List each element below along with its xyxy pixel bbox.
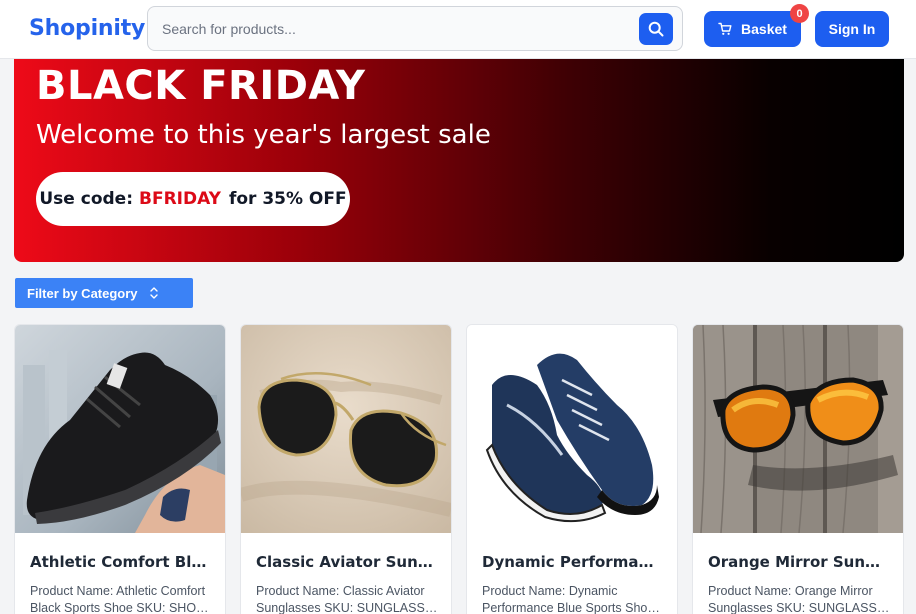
product-description: Product Name: Orange Mirror Sunglasses S… [708, 583, 890, 614]
product-desc-line: Performance Blue Sports Shoe SKU [482, 601, 664, 614]
product-title[interactable]: Athletic Comfort Black Sports Shoe [30, 553, 210, 571]
banner-title: BLACK FRIDAY [36, 63, 366, 109]
product-card[interactable]: Dynamic Performance Blue Sports Shoe Pro… [466, 324, 678, 614]
product-description: Product Name: Dynamic Performance Blue S… [482, 583, 664, 614]
search-bar [147, 6, 683, 51]
search-input[interactable] [162, 19, 632, 39]
product-desc-line: Product Name: Dynamic [482, 584, 618, 598]
banner-subtitle: Welcome to this year's largest sale [36, 120, 491, 150]
product-desc-line: Sunglasses SKU: SUNGLASSES-002 [708, 601, 890, 614]
product-description: Product Name: Athletic Comfort Black Spo… [30, 583, 212, 614]
product-desc-line: Product Name: Classic Aviator [256, 584, 425, 598]
product-title[interactable]: Orange Mirror Sunglasses [708, 553, 888, 571]
product-title[interactable]: Classic Aviator Sunglasses [256, 553, 436, 571]
promo-code-pill: Use code: BFRIDAY for 35% OFF [36, 172, 350, 226]
basket-count-badge: 0 [790, 4, 809, 23]
product-image[interactable] [467, 325, 677, 533]
top-navbar: Shopinity Basket 0 Sign In [0, 0, 916, 59]
product-title[interactable]: Dynamic Performance Blue Sports Shoe [482, 553, 662, 571]
product-desc-line: Product Name: Athletic Comfort [30, 584, 206, 598]
product-desc-line: Sunglasses SKU: SUNGLASSES-001 [256, 601, 438, 614]
cart-icon [718, 22, 732, 35]
product-desc-line: Product Name: Orange Mirror [708, 584, 873, 598]
product-image[interactable] [693, 325, 903, 533]
sign-in-button[interactable]: Sign In [815, 11, 889, 47]
product-desc-line: Black Sports Shoe SKU: SHOES-001 [30, 601, 212, 614]
promo-suffix: for 35% OFF [228, 189, 347, 209]
basket-button[interactable]: Basket [704, 11, 801, 47]
black-friday-banner: BLACK FRIDAY Welcome to this year's larg… [14, 40, 904, 262]
product-image[interactable] [15, 325, 225, 533]
product-card[interactable]: Classic Aviator Sunglasses Product Name:… [240, 324, 452, 614]
promo-prefix: Use code: [39, 189, 133, 209]
product-image[interactable] [241, 325, 451, 533]
promo-code: BFRIDAY [139, 189, 221, 209]
chevron-up-down-icon [150, 287, 158, 299]
search-button[interactable] [639, 13, 673, 45]
search-icon [648, 21, 664, 37]
product-card[interactable]: Orange Mirror Sunglasses Product Name: O… [692, 324, 904, 614]
product-card[interactable]: Athletic Comfort Black Sports Shoe Produ… [14, 324, 226, 614]
basket-label: Basket [741, 21, 787, 37]
filter-label: Filter by Category [27, 285, 138, 301]
site-logo[interactable]: Shopinity [29, 16, 145, 41]
product-description: Product Name: Classic Aviator Sunglasses… [256, 583, 438, 614]
filter-by-category-button[interactable]: Filter by Category [15, 278, 193, 308]
